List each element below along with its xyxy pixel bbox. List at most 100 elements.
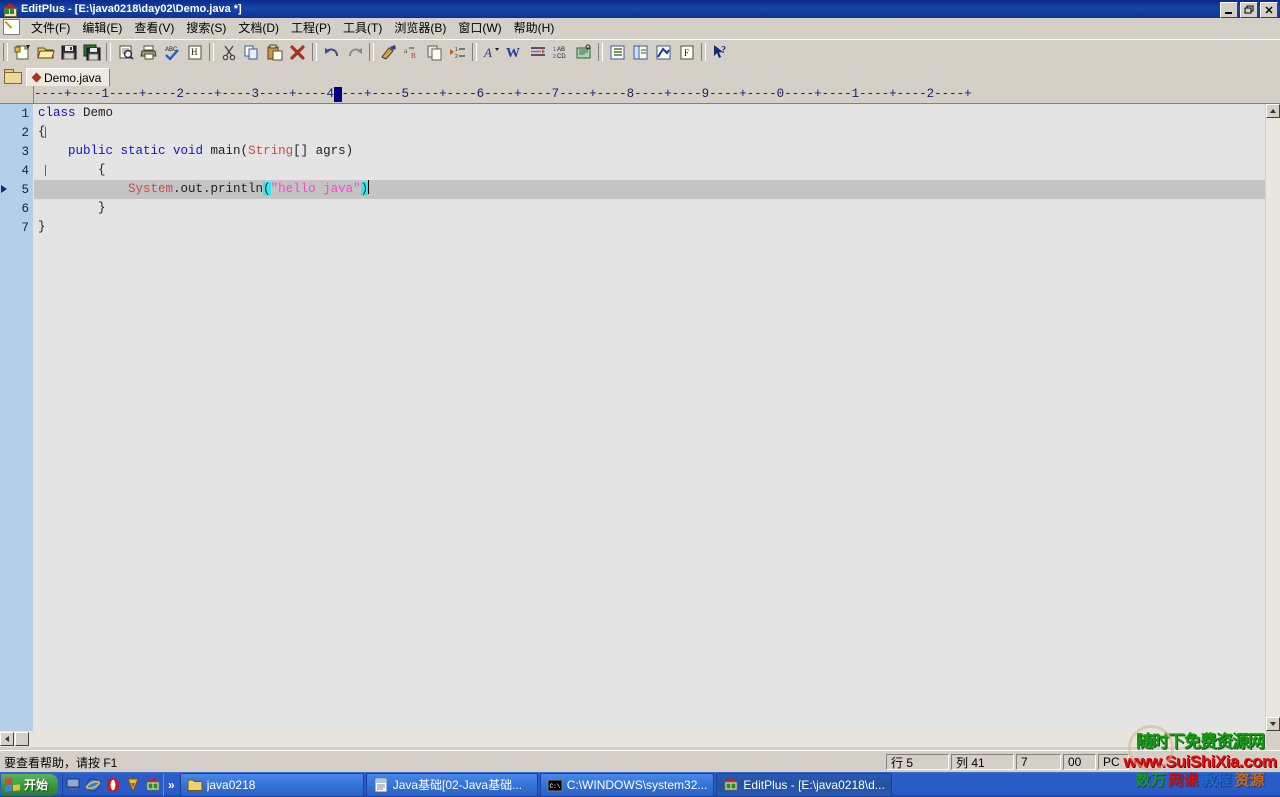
code-editor[interactable]: 1234567 class Demo{ public static void m… — [0, 104, 1266, 731]
scroll-down-button[interactable] — [1266, 717, 1280, 731]
toolbar-separator-7 — [701, 43, 706, 61]
code-line[interactable]: } — [34, 199, 1266, 218]
svg-text:a: a — [404, 47, 408, 55]
document-list-icon[interactable] — [606, 41, 629, 63]
preview-browser-icon[interactable] — [572, 41, 595, 63]
quick-launch-overflow-icon[interactable]: » — [164, 778, 179, 792]
taskbar-item-cmd[interactable]: C:\ C:\WINDOWS\system32... — [540, 773, 715, 797]
cut-icon[interactable] — [217, 41, 240, 63]
code-token: "hello java" — [271, 182, 361, 196]
menu-document[interactable]: 文档(D) — [232, 18, 285, 37]
match-case-icon[interactable]: 1 AB 2 CD — [549, 41, 572, 63]
tab-demo-java[interactable]: Demo.java — [26, 68, 110, 86]
scrollbar-corner — [1266, 731, 1280, 747]
directory-icon[interactable] — [629, 41, 652, 63]
menu-view[interactable]: 查看(V) — [128, 18, 180, 37]
new-file-icon[interactable] — [11, 41, 34, 63]
code-token: public static void — [68, 144, 211, 158]
minimize-button[interactable] — [1220, 2, 1238, 18]
spell-check-icon[interactable]: ABC — [160, 41, 183, 63]
horizontal-scrollbar[interactable] — [0, 731, 1266, 747]
menu-search[interactable]: 搜索(S) — [180, 18, 232, 37]
internet-explorer-icon[interactable] — [85, 777, 101, 793]
console-icon: C:\ — [547, 777, 563, 793]
editplus-icon — [2, 2, 18, 16]
horizontal-scroll-thumb[interactable] — [15, 732, 29, 746]
copy-icon[interactable] — [240, 41, 263, 63]
replace-icon[interactable]: a B — [400, 41, 423, 63]
redo-icon[interactable] — [343, 41, 366, 63]
paste-icon[interactable] — [263, 41, 286, 63]
code-token: main( — [211, 144, 249, 158]
menu-file[interactable]: 文件(F) — [25, 18, 76, 37]
tab-label: Demo.java — [44, 71, 101, 85]
line-number: 2 — [0, 123, 33, 142]
opera-icon[interactable] — [105, 777, 121, 793]
svg-text:B: B — [411, 52, 416, 60]
code-line[interactable]: { — [34, 161, 1266, 180]
code-line[interactable]: System.out.println("hello java") — [34, 180, 1266, 199]
svg-text:A: A — [483, 45, 492, 60]
taskbar-item-label: C:\WINDOWS\system32... — [567, 778, 708, 792]
show-desktop-icon[interactable] — [65, 777, 81, 793]
status-column: 列 41 — [951, 754, 1014, 770]
current-line-marker-icon — [1, 185, 7, 193]
toolbar-separator-1 — [106, 43, 111, 61]
menu-window[interactable]: 窗口(W) — [452, 18, 507, 37]
menu-project[interactable]: 工程(P) — [285, 18, 337, 37]
find-icon[interactable] — [377, 41, 400, 63]
menu-tools[interactable]: 工具(T) — [337, 18, 388, 37]
code-line[interactable]: } — [34, 218, 1266, 237]
menu-browser[interactable]: 浏览器(B) — [388, 18, 452, 37]
restore-button[interactable] — [1240, 2, 1258, 18]
header-icon[interactable]: H — [183, 41, 206, 63]
toolbar-separator-4 — [369, 43, 374, 61]
function-list-icon[interactable]: F — [675, 41, 698, 63]
toolbar-separator-3 — [312, 43, 317, 61]
svg-text:?: ? — [721, 45, 726, 56]
code-line[interactable]: public static void main(String[] agrs) — [34, 142, 1266, 161]
code-token: .out.println — [173, 182, 263, 196]
clip-library-icon[interactable] — [652, 41, 675, 63]
code-line[interactable]: { — [34, 123, 1266, 142]
taskbar-item-label: java0218 — [207, 778, 256, 792]
vertical-scrollbar[interactable] — [1265, 104, 1280, 731]
taskbar-item-javabase[interactable]: Java基础[02-Java基础... — [366, 773, 538, 797]
taskbar-item-editplus[interactable]: EditPlus - [E:\java0218\d... — [716, 773, 891, 797]
align-icon[interactable] — [526, 41, 549, 63]
ruler-cursor-marker — [334, 87, 342, 102]
word-wrap-icon[interactable]: W — [503, 41, 526, 63]
close-button[interactable] — [1260, 2, 1278, 18]
status-hex: 00 — [1063, 754, 1096, 770]
delete-icon[interactable] — [286, 41, 309, 63]
print-icon[interactable] — [137, 41, 160, 63]
indent-icon[interactable]: 1 2 — [446, 41, 469, 63]
media-player-icon[interactable] — [125, 777, 141, 793]
code-token: { — [38, 125, 46, 139]
save-all-icon[interactable] — [80, 41, 103, 63]
start-button[interactable]: 开始 — [1, 774, 58, 796]
print-preview-icon[interactable] — [114, 41, 137, 63]
open-file-icon[interactable] — [34, 41, 57, 63]
document-menu-icon[interactable] — [3, 19, 20, 35]
editplus-icon — [723, 777, 739, 793]
save-icon[interactable] — [57, 41, 80, 63]
vertical-scroll-track[interactable] — [1266, 118, 1280, 717]
taskbar-item-java0218[interactable]: java0218 — [180, 773, 364, 797]
scroll-up-button[interactable] — [1266, 104, 1280, 118]
svg-text:2: 2 — [455, 54, 458, 60]
code-text-area[interactable]: class Demo { public static void main(Stri… — [34, 104, 1266, 731]
editplus-quicklaunch-icon[interactable] — [145, 777, 161, 793]
menu-help[interactable]: 帮助(H) — [508, 18, 561, 37]
menu-edit[interactable]: 编辑(E) — [76, 18, 128, 37]
font-icon[interactable]: A — [480, 41, 503, 63]
svg-text:W: W — [506, 46, 520, 61]
context-help-icon[interactable]: ? — [709, 41, 732, 63]
svg-text:C:\: C:\ — [549, 783, 560, 790]
code-line[interactable]: class Demo — [34, 104, 1266, 123]
duplicate-icon[interactable] — [423, 41, 446, 63]
undo-icon[interactable] — [320, 41, 343, 63]
folder-icon[interactable] — [4, 69, 22, 84]
scroll-left-button[interactable] — [0, 732, 14, 746]
svg-text:2: 2 — [553, 54, 556, 60]
